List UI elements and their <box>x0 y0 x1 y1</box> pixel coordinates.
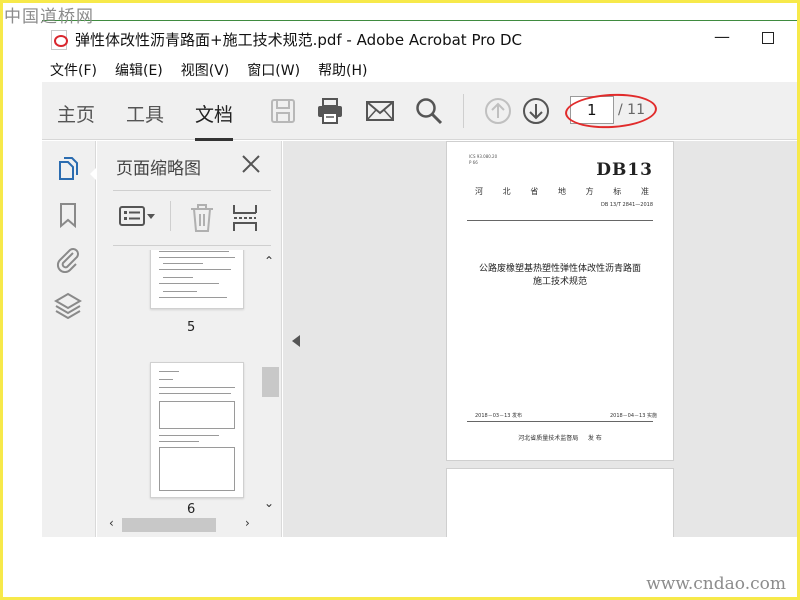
thumbnails-panel: 页面缩略图 5 6 ⌃ ⌄ ‹ › <box>97 141 282 537</box>
search-icon[interactable] <box>414 96 444 126</box>
standard-type: 河 北 省 地 方 标 准 <box>475 187 649 196</box>
document-title-line2: 施工技术规范 <box>532 277 587 287</box>
thumbnail-options-icon[interactable] <box>118 203 156 229</box>
menu-edit[interactable]: 编辑(E) <box>115 60 163 80</box>
thumbnail-table-2 <box>159 447 235 491</box>
menu-file[interactable]: 文件(F) <box>50 60 97 80</box>
thumbnail-horizontal-scrollbar[interactable]: ‹ › <box>105 514 259 532</box>
scroll-left-arrow[interactable]: ‹ <box>109 516 114 530</box>
menu-help[interactable]: 帮助(H) <box>318 60 367 80</box>
watermark-bottom: www.cndao.com <box>646 574 786 594</box>
minimize-button[interactable]: — <box>714 29 730 45</box>
title-bar: 弹性体改性沥青路面+施工技术规范.pdf - Adobe Acrobat Pro… <box>42 20 800 58</box>
standard-code: DB13 <box>596 160 653 180</box>
scroll-up-arrow[interactable]: ⌃ <box>264 254 274 268</box>
toolbar: 主页 工具 文档 1 / 11 <box>42 82 800 141</box>
layers-icon[interactable] <box>54 291 82 319</box>
print-icon[interactable] <box>315 96 345 126</box>
class-code: P 66 <box>469 160 478 165</box>
panel-tool-separator <box>170 201 171 231</box>
bookmark-icon[interactable] <box>54 201 82 229</box>
thumbnail-label-5: 5 <box>187 320 196 335</box>
toolbar-separator <box>463 94 464 128</box>
implementation-date: 2018－04－13 实施 <box>609 413 657 419</box>
rail-active-pointer <box>90 167 97 181</box>
page-up-icon[interactable] <box>483 96 513 126</box>
release-date: 2018－03－13 发布 <box>475 413 523 419</box>
ics-code: ICS 93.080.20 <box>469 154 498 159</box>
standard-number: DB 13/T 2841—2018 <box>600 202 653 208</box>
menu-bar: 文件(F) 编辑(E) 视图(V) 窗口(W) 帮助(H) <box>42 58 800 82</box>
panel-title: 页面缩略图 <box>116 159 201 179</box>
pdf-file-icon <box>51 29 68 50</box>
document-page-2 <box>446 468 674 537</box>
page-rule-bottom <box>467 421 653 422</box>
thumbnail-page-6[interactable] <box>150 362 244 498</box>
scroll-down-arrow[interactable]: ⌄ <box>264 496 274 510</box>
panel-divider-2 <box>113 245 271 246</box>
page-down-icon[interactable] <box>521 96 551 126</box>
watermark-top: 中国道桥网 <box>4 7 94 27</box>
thumbnail-page-5[interactable] <box>150 250 244 309</box>
horizontal-scroll-thumb[interactable] <box>122 518 216 532</box>
document-page-1: ICS 93.080.20 P 66 DB13 河 北 省 地 方 标 准 DB… <box>446 141 674 461</box>
window-title: 弹性体改性沥青路面+施工技术规范.pdf - Adobe Acrobat Pro… <box>75 31 523 49</box>
scroll-right-arrow[interactable]: › <box>245 516 250 530</box>
navigation-rail <box>42 141 97 537</box>
collapse-panel-arrow[interactable] <box>292 335 300 347</box>
vertical-scroll-thumb[interactable] <box>262 367 279 397</box>
page-rule-top <box>467 220 653 221</box>
crop-pages-icon[interactable] <box>232 203 258 233</box>
document-area[interactable]: ICS 93.080.20 P 66 DB13 河 北 省 地 方 标 准 DB… <box>283 141 800 537</box>
page-thumbnails-icon[interactable] <box>54 155 82 183</box>
attachment-icon[interactable] <box>54 245 82 273</box>
close-icon[interactable] <box>240 153 262 175</box>
menu-window[interactable]: 窗口(W) <box>247 60 300 80</box>
thumbnail-table-1 <box>159 401 235 429</box>
document-title-line1: 公路废橡塑基热塑性弹性体改性沥青路面 <box>478 264 641 274</box>
maximize-button[interactable] <box>762 29 778 45</box>
thumbnail-label-6: 6 <box>187 502 196 514</box>
email-icon[interactable] <box>365 96 395 126</box>
tab-tools[interactable]: 工具 <box>126 100 164 127</box>
tab-home[interactable]: 主页 <box>57 100 95 127</box>
save-icon[interactable] <box>268 96 298 126</box>
thumbnail-list: 5 6 <box>97 250 259 514</box>
menu-view[interactable]: 视图(V) <box>181 60 230 80</box>
delete-icon[interactable] <box>189 203 215 233</box>
thumbnail-vertical-scrollbar[interactable]: ⌃ ⌄ <box>260 250 279 514</box>
publisher: 河北省质量技术监督局 发 布 <box>518 435 602 442</box>
maximize-icon <box>762 32 774 44</box>
panel-divider <box>113 190 271 191</box>
tab-document[interactable]: 文档 <box>195 100 234 141</box>
